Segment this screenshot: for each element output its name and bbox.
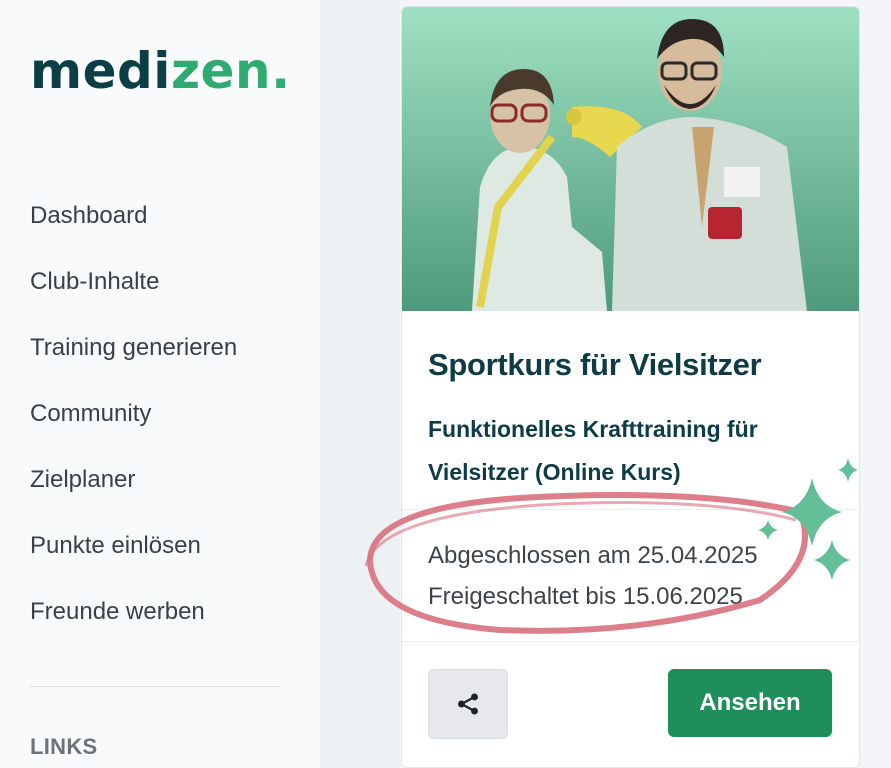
course-subtitle: Funktionelles Krafttraining für Vielsitz… <box>428 416 758 485</box>
nav-item-club-inhalte[interactable]: Club-Inhalte <box>30 270 159 294</box>
nav-item-punkte-einloesen[interactable]: Punkte einlösen <box>30 534 201 558</box>
logo-dot: . <box>271 42 291 100</box>
course-completed-date: Abgeschlossen am 25.04.2025 <box>428 542 758 569</box>
logo-part-2: zen <box>170 42 272 100</box>
course-unlocked-until: Freigeschaltet bis 15.06.2025 <box>428 583 743 610</box>
view-button[interactable]: Ansehen <box>668 669 832 737</box>
sidebar: medizen. Dashboard Club-Inhalte Training… <box>0 0 320 768</box>
nav-item-freunde-werben[interactable]: Freunde werben <box>30 600 205 624</box>
share-button[interactable] <box>428 669 508 739</box>
course-hero-image <box>402 7 859 311</box>
brand-logo[interactable]: medizen. <box>30 46 291 96</box>
nav-item-community[interactable]: Community <box>30 402 151 426</box>
content-gutter <box>320 0 400 768</box>
logo-part-1: medi <box>30 42 171 100</box>
sidebar-section-links: LINKS <box>30 734 98 759</box>
course-title: Sportkurs für Vielsitzer <box>428 347 762 382</box>
nav-item-zielplaner[interactable]: Zielplaner <box>30 468 135 492</box>
card-divider-top <box>402 509 859 510</box>
sidebar-divider <box>30 686 280 687</box>
share-icon <box>458 693 478 715</box>
nav-item-dashboard[interactable]: Dashboard <box>30 204 147 228</box>
card-divider-bottom <box>402 641 859 642</box>
course-card: Sportkurs für Vielsitzer Funktionelles K… <box>401 6 860 768</box>
nav-item-training-generieren[interactable]: Training generieren <box>30 336 237 360</box>
